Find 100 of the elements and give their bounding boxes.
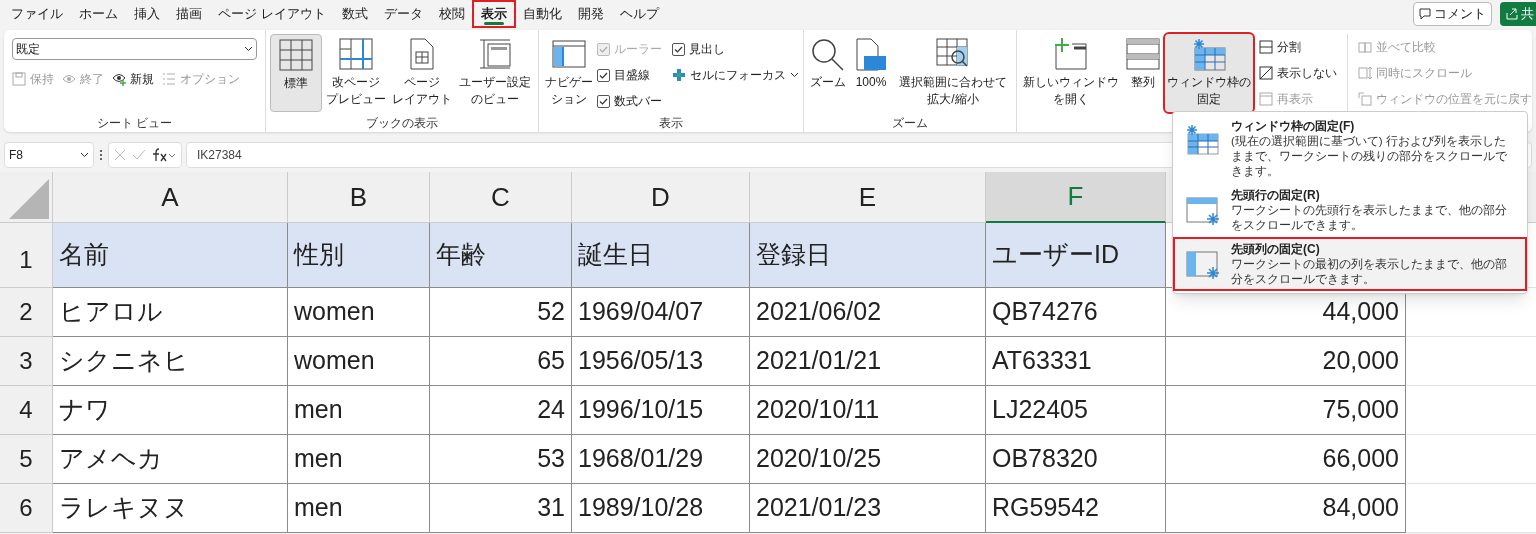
ribbon-button[interactable]: 分割	[1259, 34, 1337, 60]
table-cell: 1969/04/07	[572, 288, 750, 337]
row-header[interactable]: 5	[0, 435, 53, 484]
checkbox[interactable]	[597, 94, 610, 108]
ribbon-button[interactable]: 標準	[270, 34, 322, 112]
share-button[interactable]: 共	[1500, 2, 1536, 26]
table-cell: RG59542	[986, 484, 1166, 533]
table-cell: women	[288, 337, 430, 386]
table-cell: 2021/01/23	[750, 484, 986, 533]
table-cell: 名前	[53, 223, 288, 288]
menu-item[interactable]: 先頭列の固定(C) ワークシートの最初の列を表示したままで、他の部分をスクロールできます。	[1173, 237, 1527, 291]
ribbon-tab[interactable]: ページ レイアウト	[211, 2, 333, 26]
select-all-icon	[9, 179, 49, 219]
comment-button[interactable]: コメント	[1413, 2, 1492, 26]
row-header[interactable]: 1	[0, 223, 53, 288]
chevron-down-icon	[790, 72, 799, 78]
more-icon	[98, 148, 104, 162]
table-cell: 66,000	[1166, 435, 1406, 484]
ribbon-button[interactable]: 表示しない	[1259, 60, 1337, 86]
table-cell: 31	[430, 484, 572, 533]
table-cell: ユーザーID	[986, 223, 1166, 288]
table-cell: 年齢	[430, 223, 572, 288]
view-select[interactable]: 既定	[12, 38, 257, 60]
row-header[interactable]: 3	[0, 337, 53, 386]
search-icon	[811, 38, 845, 72]
eye-icon	[62, 72, 76, 86]
ribbon-button[interactable]: 整列	[1123, 34, 1163, 112]
ribbon-tab[interactable]: ファイル	[4, 2, 70, 26]
menu-item-title: 先頭列の固定(C)	[1231, 241, 1321, 257]
table-cell: men	[288, 386, 430, 435]
share-icon	[1506, 8, 1518, 20]
ribbon-button[interactable]: ページ レイアウト	[390, 34, 454, 112]
table-cell: 65	[430, 337, 572, 386]
menu-item-description: ワークシートの先頭行を表示したままで、他の部分をスクロールできます。	[1231, 203, 1508, 233]
new-window-icon	[1054, 38, 1088, 72]
focus-cell-button[interactable]: セルにフォーカス	[672, 62, 799, 88]
table-cell: 75,000	[1166, 386, 1406, 435]
ribbon-button[interactable]: ズーム	[808, 34, 848, 112]
table-cell: 24	[430, 386, 572, 435]
ribbon-tab[interactable]: 自動化	[515, 2, 569, 26]
check-icon	[599, 45, 608, 53]
ribbon-button[interactable]: ウィンドウ枠の 固定	[1165, 34, 1253, 112]
ribbon-button[interactable]: 新規	[112, 68, 154, 90]
reset-position-icon	[1358, 92, 1372, 106]
ribbon-button[interactable]: 選択範囲に合わせて 拡大/縮小	[894, 34, 1012, 112]
ribbon-button[interactable]: ユーザー設定 のビュー	[456, 34, 534, 112]
list-icon	[162, 72, 176, 86]
menu-item-description: ワークシートの最初の列を表示したままで、他の部分をスクロールできます。	[1231, 257, 1508, 287]
row-header[interactable]: 2	[0, 288, 53, 337]
table-cell: men	[288, 484, 430, 533]
table-cell: 2020/10/25	[750, 435, 986, 484]
ribbon-tab[interactable]: 開発	[570, 2, 611, 26]
row-header[interactable]: 6	[0, 484, 53, 533]
checkbox[interactable]	[597, 68, 610, 82]
table-cell: 2020/10/11	[750, 386, 986, 435]
ribbon-tab[interactable]: 校閲	[431, 2, 472, 26]
menu-item[interactable]: 先頭行の固定(R) ワークシートの先頭行を表示したままで、他の部分をスクロールできます。	[1173, 183, 1527, 237]
freeze-panes-icon	[1185, 124, 1221, 158]
ribbon-button[interactable]: ナビゲー ション	[543, 34, 595, 112]
table-cell: ナワ	[53, 386, 288, 435]
save-icon	[12, 72, 26, 86]
table-cell: women	[288, 288, 430, 337]
ribbon-button[interactable]: 改ページ プレビュー	[324, 34, 388, 112]
table-cell: 52	[430, 288, 572, 337]
ribbon-button[interactable]: 新しいウィンドウ を開く	[1021, 34, 1121, 112]
table-cell: 1989/10/28	[572, 484, 750, 533]
checkbox-label: 見出し	[689, 41, 725, 58]
name-box[interactable]: F8	[4, 142, 94, 168]
table-cell: 84,000	[1166, 484, 1406, 533]
row-header[interactable]: 4	[0, 386, 53, 435]
ribbon-tab[interactable]: 描画	[169, 2, 209, 26]
table-cell: AT63331	[986, 337, 1166, 386]
checkbox[interactable]	[672, 42, 685, 56]
table-cell: 1968/01/29	[572, 435, 750, 484]
hide-window-icon	[1259, 66, 1273, 80]
table-cell: men	[288, 435, 430, 484]
cross-cell-icon	[672, 68, 686, 82]
table-cell: ヒアロル	[53, 288, 288, 337]
group-label: シート ビュー	[96, 115, 173, 132]
table-cell: LJ22405	[986, 386, 1166, 435]
ribbon-tab[interactable]: ホーム	[72, 2, 125, 26]
checkbox-label: 数式バー	[614, 93, 662, 110]
ribbon-tab[interactable]: ヘルプ	[612, 2, 666, 26]
ribbon-tab[interactable]: データ	[376, 2, 430, 26]
side-by-side-icon	[1358, 40, 1372, 54]
ribbon-tab[interactable]: 表示	[473, 2, 514, 26]
cancel-icon	[114, 149, 126, 161]
menu-item-title: ウィンドウ枠の固定(F)	[1231, 118, 1356, 134]
table-cell: 登録日	[750, 223, 986, 288]
table-cell: 2021/01/21	[750, 337, 986, 386]
ribbon-tab[interactable]: 挿入	[127, 2, 167, 26]
table-cell: シクニネヒ	[53, 337, 288, 386]
ribbon-tab[interactable]: 数式	[334, 2, 375, 26]
grid-icon	[279, 39, 313, 73]
column-header[interactable]: F	[986, 172, 1166, 223]
check-icon	[599, 71, 608, 79]
table-cell: 1956/05/13	[572, 337, 750, 386]
table-cell: アメヘカ	[53, 435, 288, 484]
ribbon-button[interactable]: 100%	[850, 34, 892, 112]
split-icon	[1259, 40, 1273, 54]
